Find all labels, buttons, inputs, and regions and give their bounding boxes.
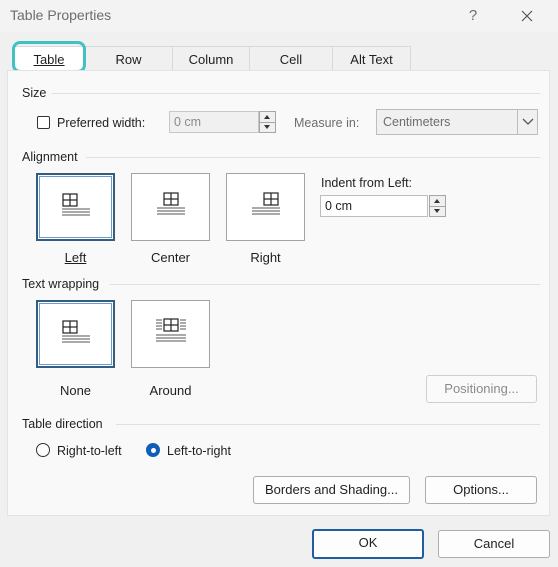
align-right-icon (252, 192, 280, 215)
align-right-label: Right (226, 250, 305, 265)
align-left-label: Left (36, 250, 115, 265)
preferred-width-label: Preferred width: (57, 116, 146, 130)
wrap-around-option[interactable] (131, 300, 210, 368)
wrap-none-option[interactable] (36, 300, 115, 368)
tab-label: Column (188, 52, 234, 67)
measure-in-value: Centimeters (383, 115, 451, 129)
wrap-none-label: None (36, 383, 115, 398)
spin-down-icon[interactable] (260, 122, 275, 132)
align-left-icon (62, 193, 90, 216)
help-button[interactable]: ? (458, 4, 488, 28)
preferred-width-checkbox[interactable] (37, 116, 50, 129)
positioning-button[interactable]: Positioning... (426, 375, 537, 403)
align-center-option[interactable] (131, 173, 210, 241)
section-divider (52, 93, 540, 94)
indent-from-left-input[interactable]: 0 cm (320, 195, 428, 217)
preferred-width-input[interactable]: 0 cm (169, 111, 259, 133)
wrap-none-icon (62, 320, 90, 343)
ok-button[interactable]: OK (312, 529, 424, 559)
left-to-right-label: Left-to-right (167, 444, 231, 458)
right-to-left-label: Right-to-left (57, 444, 122, 458)
cancel-button[interactable]: Cancel (438, 530, 550, 558)
tab-label: Alt Text (350, 52, 393, 67)
label-text: None (59, 383, 92, 398)
wrap-around-label: Around (131, 383, 210, 398)
left-to-right-radio[interactable] (146, 443, 160, 457)
tab-row[interactable]: Row (84, 46, 173, 70)
tab-alt-text[interactable]: Alt Text (332, 46, 411, 70)
label-text: Around (149, 383, 192, 398)
right-to-left-radio[interactable] (36, 443, 50, 457)
indent-spinner[interactable] (429, 195, 446, 217)
tab-focus-ring (12, 41, 86, 73)
close-button[interactable] (512, 4, 542, 28)
align-left-option[interactable] (36, 173, 115, 241)
close-icon (521, 10, 533, 22)
tab-label: Cell (279, 52, 303, 67)
tab-column[interactable]: Column (172, 46, 250, 70)
label-text: Center (150, 250, 191, 265)
measure-in-select[interactable]: Centimeters (376, 109, 538, 135)
measure-in-label: Measure in: (294, 116, 360, 130)
align-right-option[interactable] (226, 173, 305, 241)
size-heading: Size (22, 86, 47, 100)
preferred-width-spinner[interactable] (259, 111, 276, 133)
chevron-down-icon[interactable] (517, 110, 538, 134)
align-center-icon (157, 192, 185, 215)
section-divider (116, 424, 540, 425)
label-text: Right (250, 250, 281, 265)
label-text: Left (64, 250, 87, 265)
wrap-around-icon (156, 318, 186, 342)
dialog-title: Table Properties (10, 7, 112, 23)
spin-down-icon[interactable] (430, 206, 445, 216)
borders-and-shading-button[interactable]: Borders and Shading... (253, 476, 410, 504)
indent-from-left-label: Indent from Left: (321, 176, 413, 190)
text-wrapping-heading: Text wrapping (22, 277, 100, 291)
align-center-label: Center (131, 250, 210, 265)
table-direction-heading: Table direction (22, 417, 103, 431)
section-divider (86, 157, 540, 158)
tab-cell[interactable]: Cell (249, 46, 333, 70)
alignment-heading: Alignment (22, 150, 78, 164)
tab-label: Row (115, 52, 142, 67)
options-button[interactable]: Options... (425, 476, 537, 504)
section-divider (110, 284, 540, 285)
